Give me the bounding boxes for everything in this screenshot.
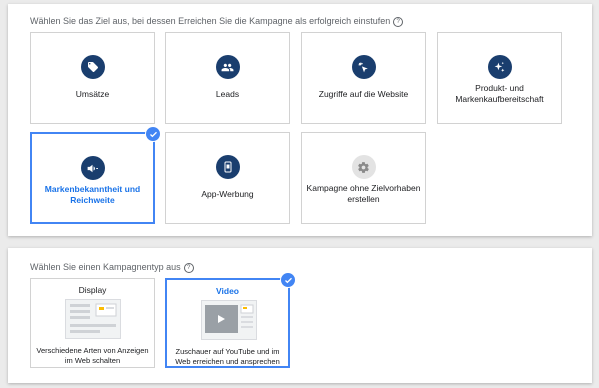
goal-label: Zugriffe auf die Website: [318, 89, 409, 99]
goal-label: Markenbekanntheit und Reichweite: [44, 184, 141, 205]
goal-card-leads[interactable]: Leads: [165, 32, 290, 124]
phone-icon: [215, 155, 240, 179]
goal-prompt: Wählen Sie das Ziel aus, bei dessen Erre…: [30, 16, 404, 27]
tag-icon: [80, 55, 105, 79]
type-description: Verschiedene Arten von Anzeigen im Web s…: [36, 346, 149, 365]
type-description: Zuschauer auf YouTube und im Web erreich…: [175, 347, 280, 366]
gear-icon: [351, 155, 376, 179]
goal-label: Produkt- und Markenkaufbereitschaft: [455, 83, 544, 104]
goal-card-product-brand-consideration[interactable]: Produkt- und Markenkaufbereitschaft: [437, 32, 562, 124]
goal-card-no-goal[interactable]: Kampagne ohne Zielvorhaben erstellen: [301, 132, 426, 224]
selected-check-icon: [145, 126, 161, 142]
type-title: Video: [216, 286, 239, 296]
help-icon[interactable]: ?: [393, 17, 404, 27]
goal-label: Umsätze: [75, 89, 110, 99]
goal-card-website-traffic[interactable]: Zugriffe auf die Website: [301, 32, 426, 124]
goal-card-sales[interactable]: Umsätze: [30, 32, 155, 124]
display-ad-illustration: [65, 299, 121, 339]
help-icon[interactable]: ?: [183, 263, 194, 273]
type-prompt-text: Wählen Sie einen Kampagnentyp aus: [30, 262, 181, 272]
type-card-video[interactable]: Video Zuschauer auf YouTube und im Web e…: [165, 272, 296, 368]
cursor-click-icon: [351, 55, 376, 79]
goal-label: App-Werbung: [201, 189, 254, 199]
goal-card-app-promotion[interactable]: App-Werbung: [165, 132, 290, 224]
video-player-illustration: [201, 300, 257, 340]
goal-label: Leads: [215, 89, 240, 99]
goal-selection-panel: Wählen Sie das Ziel aus, bei dessen Erre…: [8, 4, 592, 236]
type-title: Display: [78, 285, 107, 295]
goal-card-brand-awareness-reach[interactable]: Markenbekanntheit und Reichweite: [30, 126, 161, 224]
people-icon: [215, 55, 240, 79]
sparkle-icon: [487, 55, 512, 79]
selected-check-icon: [280, 272, 296, 288]
type-card-display[interactable]: Display Verschiedene Arten von Anzeigen …: [30, 278, 155, 368]
goal-label: Kampagne ohne Zielvorhaben erstellen: [306, 183, 421, 204]
campaign-type-panel: Wählen Sie einen Kampagnentyp aus? Displ…: [8, 248, 592, 383]
megaphone-icon: [80, 156, 105, 180]
goal-prompt-text: Wählen Sie das Ziel aus, bei dessen Erre…: [30, 16, 391, 26]
type-prompt: Wählen Sie einen Kampagnentyp aus?: [30, 262, 194, 273]
